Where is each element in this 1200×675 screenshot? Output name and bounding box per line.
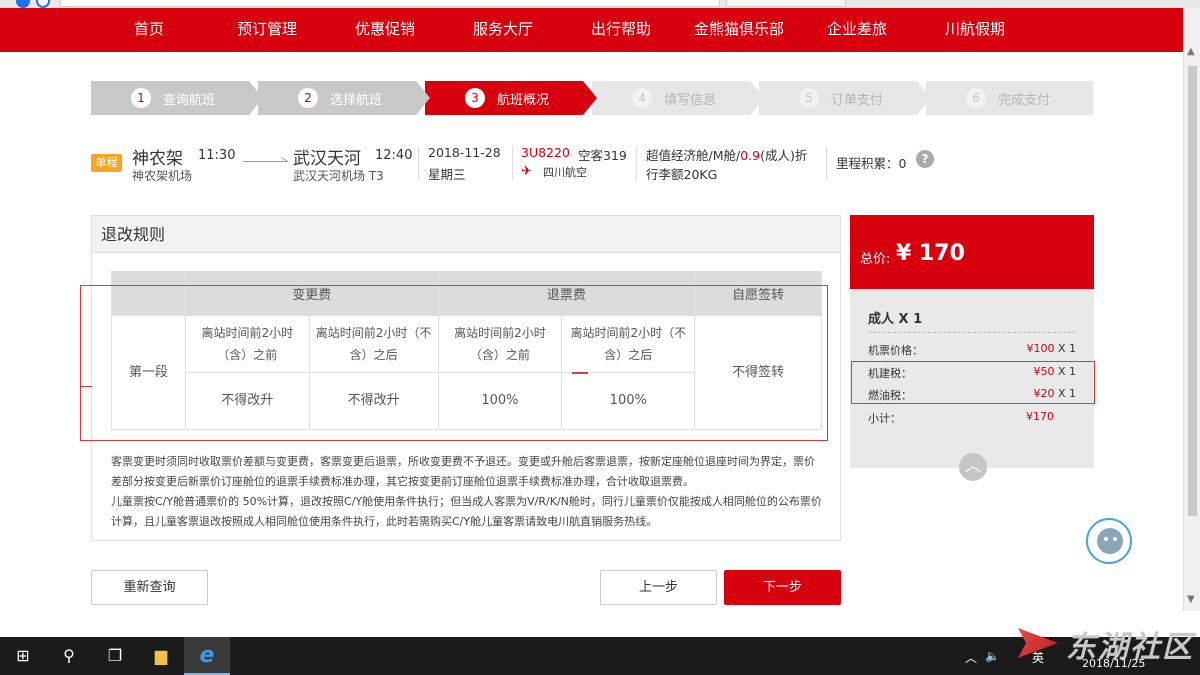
page-scrollbar[interactable]: ▲ ▼	[1183, 8, 1200, 611]
nav-home[interactable]: 首页	[90, 8, 208, 52]
next-step-button[interactable]: 下一步	[724, 570, 841, 605]
price-row-ticket: 机票价格： ¥100 X 1	[868, 342, 1076, 357]
volume-icon[interactable]: 🔈	[985, 649, 1000, 663]
nav-promotions[interactable]: 优惠促销	[326, 8, 444, 52]
step-label: 查询航班	[163, 92, 216, 108]
nav-booking-management[interactable]: 预订管理	[208, 8, 326, 52]
step-fill-info: 4 填写信息	[592, 81, 764, 115]
nav-service-hall[interactable]: 服务大厅	[444, 8, 562, 52]
step-label: 航班概况	[497, 92, 550, 108]
price-row-subtotal: 小计： ¥170	[868, 410, 1054, 425]
passenger-count: 成人 X 1	[868, 312, 923, 327]
browser-tab[interactable]	[726, 0, 846, 7]
annotation-mark	[572, 372, 588, 374]
step-flight-overview: 3 航班概况	[425, 81, 597, 115]
airline-logo-icon: ✈	[521, 164, 532, 179]
mileage-info: 里程积累：0	[836, 156, 907, 171]
step-order-payment: 5 订单支付	[759, 81, 931, 115]
step-select-flight: 2 选择航班	[258, 81, 430, 115]
file-explorer-icon[interactable]: ▆	[138, 637, 184, 675]
tray-expand-icon[interactable]: ︿	[965, 649, 977, 666]
flight-summary: 单程 神农架 11:30 神农架机场 武汉天河 12:40 武汉天河机场 T3 …	[91, 142, 1093, 186]
site-watermark: 东湖社区	[1018, 622, 1200, 668]
nav-holidays[interactable]: 川航假期	[916, 8, 1034, 52]
total-price-amount: ¥ 170	[896, 241, 965, 266]
step-number: 2	[298, 88, 318, 108]
step-number: 5	[799, 88, 819, 108]
step-label: 填写信息	[664, 92, 717, 108]
flight-number[interactable]: 3U8220	[521, 145, 570, 160]
annotation-tick	[80, 386, 92, 387]
cabin-info: 超值经济舱/M舱/0.9(成人)折	[646, 148, 808, 163]
scroll-thumb[interactable]	[1188, 66, 1197, 516]
step-label: 订单支付	[831, 92, 884, 108]
watermark-text: 东湖社区	[1066, 630, 1194, 665]
arrival-time: 12:40	[375, 148, 413, 163]
departure-city: 神农架	[132, 149, 183, 169]
nav-travel-help[interactable]: 出行帮助	[562, 8, 680, 52]
customer-service-mascot-icon[interactable]	[1086, 518, 1132, 564]
step-number: 4	[632, 88, 652, 108]
arrival-airport: 武汉天河机场 T3	[293, 169, 384, 183]
task-view-icon[interactable]: ❐	[92, 637, 138, 675]
browser-ie-icon	[36, 0, 50, 8]
booking-steps: 1 查询航班 2 选择航班 3 航班概况 4 填写信息 5 订单支付 6 完成支…	[91, 81, 1093, 115]
main-nav: 首页 预订管理 优惠促销 服务大厅 出行帮助 金熊猫俱乐部 企业差旅 川航假期	[0, 8, 1183, 52]
airline-name: 四川航空	[543, 166, 587, 179]
watermark-logo-icon	[1018, 628, 1058, 658]
browser-toolbar	[0, 0, 1200, 8]
step-label: 完成支付	[998, 92, 1051, 108]
rules-note-change: 客票变更时须同时收取票价差额与变更费，客票变更后退票，所收变更费不予退还。变更或…	[111, 455, 815, 488]
flight-date: 2018-11-28	[428, 145, 501, 160]
aircraft-type: 空客319	[578, 148, 627, 163]
internet-explorer-icon[interactable]: e	[184, 637, 230, 675]
flight-weekday: 星期三	[428, 167, 466, 182]
annotation-box-rules	[80, 285, 828, 441]
baggage-allowance: 行李额20KG	[646, 167, 718, 182]
nav-golden-panda-club[interactable]: 金熊猫俱乐部	[680, 8, 798, 52]
requery-button[interactable]: 重新查询	[91, 570, 208, 605]
step-payment-complete: 6 完成支付	[926, 81, 1093, 115]
search-icon[interactable]: ⚲	[46, 637, 92, 675]
help-icon[interactable]: ?	[916, 150, 934, 168]
trip-type-badge: 单程	[91, 154, 122, 172]
step-label: 选择航班	[330, 92, 383, 108]
step-number: 6	[966, 88, 986, 108]
rules-notes: 客票变更时须同时收取票价差额与变更费，客票变更后退票，所收变更费不予退还。变更或…	[111, 452, 823, 532]
rules-title: 退改规则	[92, 216, 840, 253]
departure-airport: 神农架机场	[132, 169, 193, 183]
browser-back-icon[interactable]	[16, 0, 30, 8]
back-to-top-icon[interactable]: ︿	[959, 453, 987, 481]
step-search-flights: 1 查询航班	[91, 81, 263, 115]
previous-step-button[interactable]: 上一步	[600, 570, 717, 605]
departure-time: 11:30	[198, 148, 236, 163]
nav-corporate-travel[interactable]: 企业差旅	[798, 8, 916, 52]
start-windows-icon[interactable]: ⊞	[0, 637, 46, 675]
arrival-city: 武汉天河	[293, 149, 361, 169]
address-bar[interactable]	[60, 0, 720, 7]
step-number: 3	[465, 88, 485, 108]
scroll-down-icon[interactable]: ▼	[1187, 594, 1195, 605]
annotation-box-taxes	[851, 361, 1095, 404]
step-number: 1	[131, 88, 151, 108]
price-total-header: 总价: ¥ 170	[850, 215, 1094, 289]
scroll-up-icon[interactable]: ▲	[1187, 46, 1195, 57]
rules-note-child: 儿童票按C/Y舱普通票价的 50%计算，退改按照C/Y舱使用条件执行；但当成人客…	[111, 495, 822, 528]
route-arrow-icon	[243, 156, 287, 162]
total-price-label: 总价:	[860, 252, 891, 267]
